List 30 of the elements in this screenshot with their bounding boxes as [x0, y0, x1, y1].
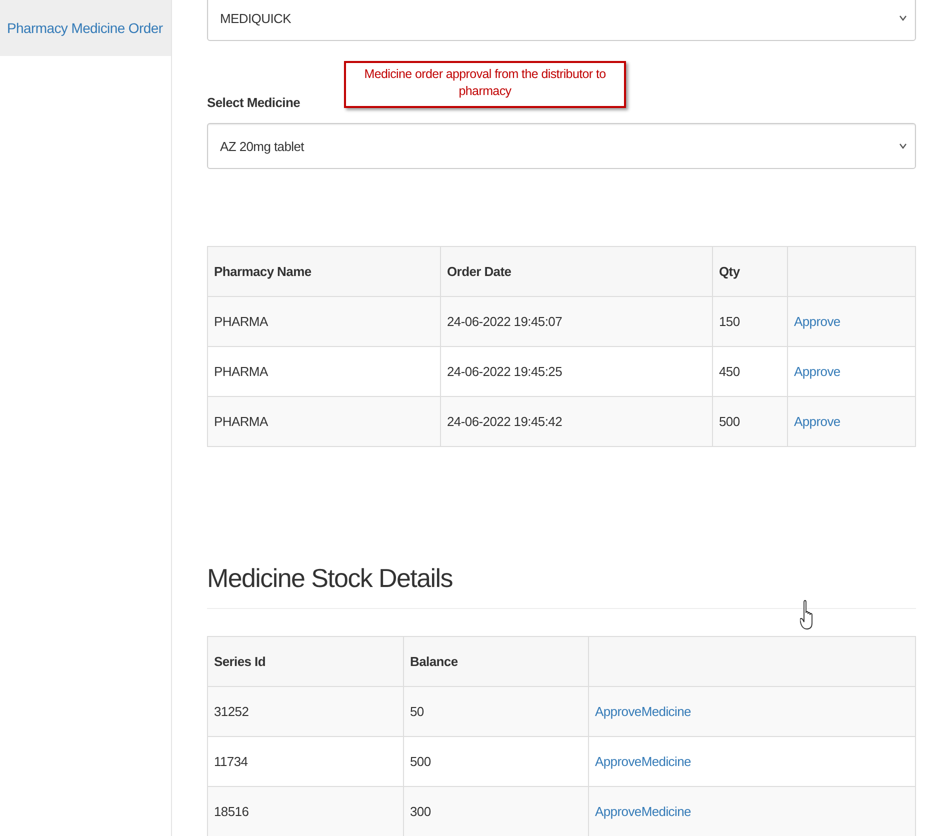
- annotation-callout: Medicine order approval from the distributor to pharmacy: [344, 61, 626, 108]
- table-cell: 31252: [208, 686, 404, 736]
- column-header: Balance: [404, 636, 588, 686]
- column-header: Pharmacy Name: [208, 246, 440, 296]
- sidebar-item[interactable]: Pharmacy Medicine Order: [0, 0, 171, 56]
- table-cell: 500: [712, 396, 788, 446]
- field-label: Select Medicine: [207, 95, 302, 110]
- approve-link[interactable]: Approve: [794, 414, 840, 429]
- hand-pointer-icon: [800, 600, 814, 632]
- approve-medicine-link[interactable]: ApproveMedicine: [595, 804, 691, 819]
- distributor-select[interactable]: MEDIQUICK: [207, 0, 916, 41]
- table-cell: 24-06-2022 19:45:07: [440, 296, 712, 346]
- column-header: Series Id: [208, 636, 404, 686]
- table-cell: 300: [404, 786, 588, 836]
- chevron-down-icon: [899, 143, 907, 149]
- section-heading: Medicine Stock Details: [207, 563, 916, 609]
- table-cell: 18516: [208, 786, 404, 836]
- approve-link[interactable]: Approve: [794, 364, 840, 379]
- table-cell: 50: [404, 686, 588, 736]
- table-cell: PHARMA: [208, 296, 440, 346]
- table-cell: 24-06-2022 19:45:42: [440, 396, 712, 446]
- table-cell: PHARMA: [208, 396, 440, 446]
- chevron-down-icon: [899, 15, 907, 21]
- approve-link[interactable]: Approve: [794, 314, 840, 329]
- approve-medicine-link[interactable]: ApproveMedicine: [595, 704, 691, 719]
- medicine-select[interactable]: AZ 20mg tablet: [207, 123, 916, 169]
- column-header: Order Date: [440, 246, 712, 296]
- column-header: Qty: [712, 246, 788, 296]
- table-cell: 150: [712, 296, 788, 346]
- approve-medicine-link[interactable]: ApproveMedicine: [595, 754, 691, 769]
